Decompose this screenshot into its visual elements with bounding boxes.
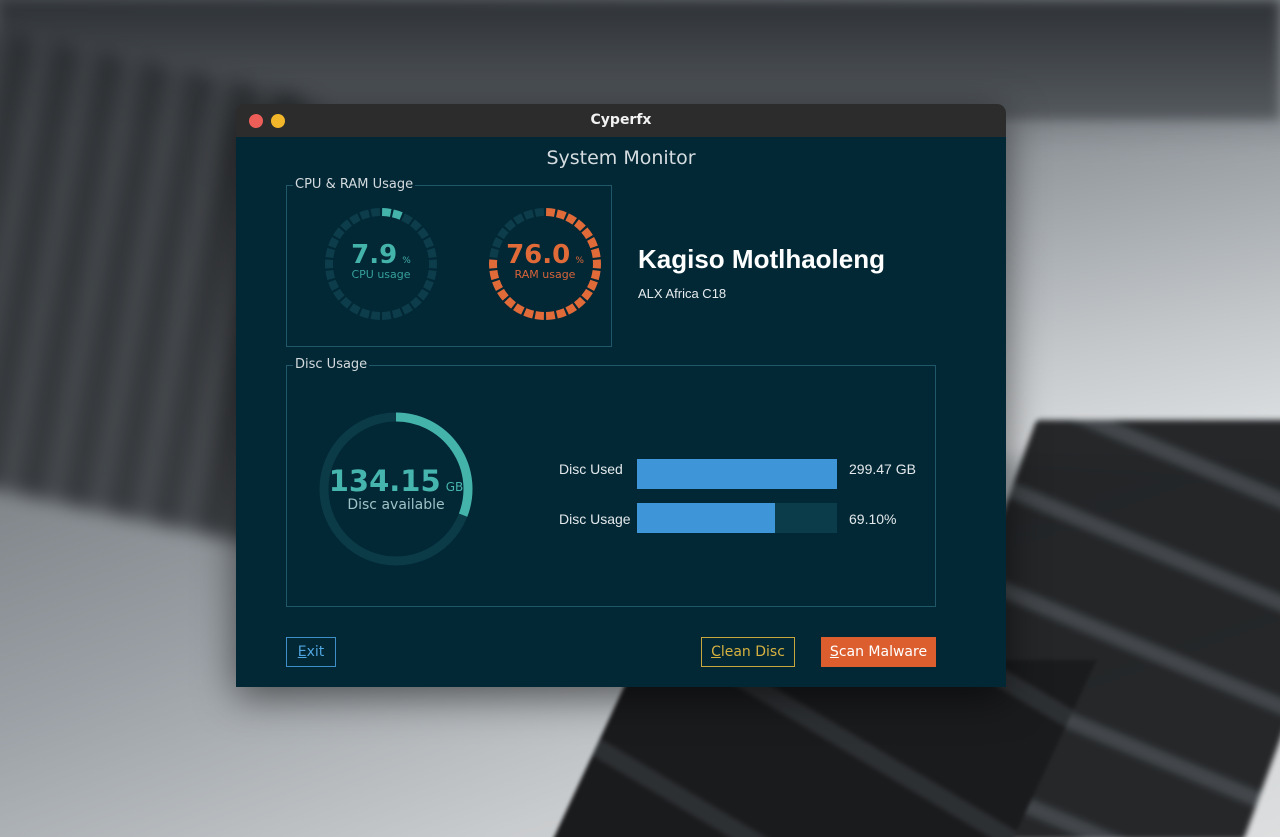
cpu-ram-group: CPU & RAM Usage 7.9 % CPU usage 76.0 % R… (286, 176, 612, 347)
disc-available-value: 134.15 (328, 464, 441, 498)
disc-used-bar-fill (637, 459, 837, 489)
disc-used-bar (637, 459, 837, 489)
disc-usage-value: 69.10% (849, 511, 897, 527)
cpu-gauge-segment (349, 213, 361, 225)
disc-usage-label: Disc Usage (559, 511, 631, 527)
exit-button[interactable]: Exit (286, 637, 336, 667)
cpu-gauge-segment (391, 209, 403, 220)
ram-gauge-segment (581, 288, 593, 301)
disc-available-unit: GB (445, 480, 464, 494)
title-bar[interactable]: Cyperfx (236, 104, 1006, 138)
ram-gauge-segment (565, 303, 577, 315)
disc-available-caption: Disc available (347, 497, 445, 513)
cpu-gauge-segment (333, 227, 345, 240)
ram-gauge-segment (573, 296, 586, 309)
cpu-gauge-segment (417, 227, 429, 240)
clean-disc-button[interactable]: Clean Disc (701, 637, 795, 667)
ram-value: 76.0 (506, 240, 571, 270)
cpu-gauge-segment (359, 209, 371, 220)
cpu-gauge-segment (401, 303, 413, 315)
ram-gauge-segment (523, 209, 535, 220)
clean-disc-button-mnemonic: C (711, 644, 721, 660)
ram-gauge-segment (555, 308, 567, 319)
ram-gauge-segment (513, 213, 525, 225)
app-window: Cyperfx System Monitor CPU & RAM Usage 7… (236, 104, 1006, 687)
ram-gauge-segment (534, 311, 545, 320)
cpu-gauge-segment (349, 303, 361, 315)
cpu-gauge-segment (359, 308, 371, 319)
disc-usage-bar-fill (637, 503, 776, 533)
cpu-gauge-segment (401, 213, 413, 225)
cpu-gauge-segment (381, 208, 392, 217)
cpu-gauge-segment (370, 208, 381, 217)
ram-gauge-segment (581, 227, 593, 240)
cpu-gauge: 7.9 % CPU usage (323, 206, 439, 322)
cpu-gauge-segment (409, 296, 422, 309)
cpu-gauge-segment (409, 219, 422, 232)
disc-usage-bar (637, 503, 837, 533)
main-content: System Monitor CPU & RAM Usage 7.9 % CPU… (236, 137, 1006, 687)
ram-gauge-segment (504, 219, 517, 232)
ram-gauge-segment (504, 296, 517, 309)
cpu-gauge-segment (417, 288, 429, 301)
cpu-gauge-segment (370, 311, 381, 320)
cpu-gauge-segment (333, 288, 345, 301)
cpu-gauge-segment (381, 311, 392, 320)
clean-disc-button-label: lean Disc (720, 644, 785, 660)
cpu-gauge-segment (328, 279, 339, 291)
ram-gauge-segment (534, 208, 545, 217)
disc-used-label: Disc Used (559, 461, 623, 477)
ram-gauge-segment (565, 213, 577, 225)
scan-malware-button[interactable]: Scan Malware (821, 637, 936, 667)
cpu-gauge-segment (391, 308, 403, 319)
cpu-gauge-segment (340, 219, 353, 232)
ram-gauge-segment (497, 288, 509, 301)
ram-gauge-segment (555, 209, 567, 220)
ram-gauge: 76.0 % RAM usage (487, 206, 603, 322)
exit-button-mnemonic: E (297, 644, 307, 660)
ram-gauge-segment (523, 308, 535, 319)
scan-malware-button-mnemonic: S (829, 644, 839, 660)
disc-available-gauge: 134.15 GB Disc available (317, 410, 475, 568)
cpu-unit: % (402, 256, 411, 266)
disc-usage-group: Disc Usage 134.15 GB Disc available Disc… (286, 356, 936, 607)
disc-used-value: 299.47 GB (849, 461, 916, 477)
disc-group-label: Disc Usage (293, 356, 370, 374)
ram-gauge-segment (545, 208, 556, 217)
ram-gauge-segment (587, 279, 598, 291)
ram-gauge-segment (492, 279, 503, 291)
user-name: Kagiso Motlhaoleng (638, 244, 885, 274)
app-title: System Monitor (546, 147, 696, 169)
ram-gauge-segment (545, 311, 556, 320)
cpu-gauge-segment (423, 279, 434, 291)
ram-caption: RAM usage (514, 268, 576, 281)
cpu-value: 7.9 (351, 240, 398, 270)
window-title: Cyperfx (590, 112, 652, 128)
user-subtitle: ALX Africa C18 (638, 286, 727, 301)
cpu-caption: CPU usage (351, 268, 411, 281)
exit-button-label: xit (306, 644, 325, 660)
scan-malware-button-label: can Malware (838, 644, 928, 660)
ram-unit: % (575, 256, 584, 266)
cpu-ram-group-label: CPU & RAM Usage (293, 176, 416, 194)
ram-gauge-segment (513, 303, 525, 315)
ram-gauge-segment (497, 227, 509, 240)
ram-gauge-segment (573, 219, 586, 232)
cpu-gauge-segment (340, 296, 353, 309)
